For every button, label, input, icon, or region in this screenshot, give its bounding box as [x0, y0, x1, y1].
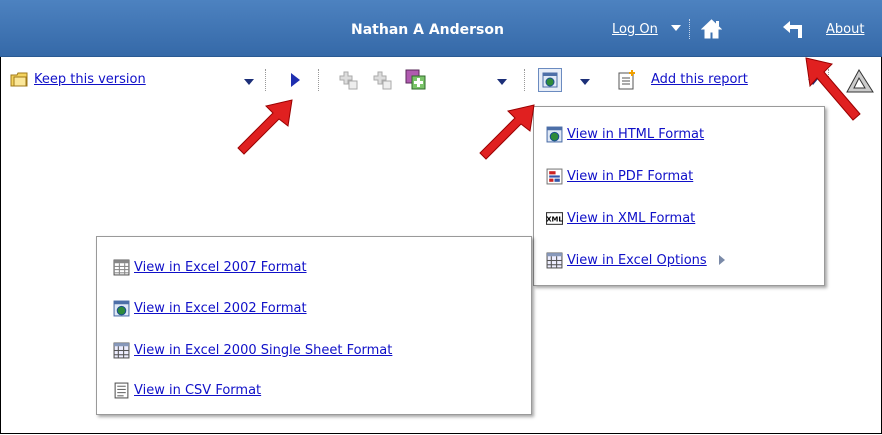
header-bar: Nathan A Anderson Log On About — [0, 0, 882, 57]
menu-item-label[interactable]: View in Excel 2000 Single Sheet Format — [134, 343, 392, 358]
menu-item-excel-2000[interactable]: View in Excel 2000 Single Sheet Format — [113, 337, 392, 363]
go-to-dropdown-icon[interactable] — [497, 79, 507, 85]
excel-options-menu: View in Excel 2007 Format View in Excel … — [96, 236, 532, 415]
about-link[interactable]: About — [826, 22, 864, 37]
keep-version-dropdown-icon[interactable] — [244, 79, 254, 85]
menu-item-excel-2007[interactable]: View in Excel 2007 Format — [113, 254, 307, 280]
log-on-link[interactable]: Log On — [612, 22, 658, 37]
html-format-icon — [546, 126, 563, 142]
drill-down-icon — [339, 71, 358, 90]
add-report-icon[interactable] — [617, 69, 638, 90]
html-format-icon — [542, 72, 558, 88]
toolbar-separator — [265, 69, 266, 91]
log-on-dropdown-icon[interactable] — [671, 25, 681, 31]
menu-item-excel-options[interactable]: View in Excel Options — [546, 247, 727, 273]
view-format-menu: View in HTML Format View in PDF Format X… — [533, 106, 825, 286]
pdf-format-icon — [546, 168, 563, 184]
keep-version-icon[interactable] — [10, 70, 29, 89]
menu-item-pdf[interactable]: View in PDF Format — [546, 163, 693, 189]
toolbar-separator — [318, 69, 319, 91]
add-report-link[interactable]: Add this report — [651, 72, 748, 87]
callout-arrow-icon — [479, 104, 535, 160]
menu-item-label[interactable]: View in HTML Format — [567, 127, 704, 142]
menu-item-label[interactable]: View in XML Format — [567, 211, 695, 226]
excel-2007-icon — [113, 259, 130, 275]
excel-2002-icon — [113, 300, 130, 316]
menu-item-label[interactable]: View in PDF Format — [567, 169, 693, 184]
submenu-arrow-icon — [718, 255, 725, 265]
menu-item-label[interactable]: View in Excel 2002 Format — [134, 301, 307, 316]
excel-2000-icon — [113, 342, 130, 358]
view-format-button[interactable] — [538, 68, 562, 92]
user-name: Nathan A Anderson — [351, 22, 504, 38]
run-report-icon[interactable] — [289, 72, 301, 88]
return-icon[interactable] — [782, 19, 804, 39]
menu-item-label[interactable]: View in Excel 2007 Format — [134, 260, 307, 275]
callout-arrow-icon — [805, 57, 861, 121]
view-format-dropdown-icon[interactable] — [580, 79, 590, 85]
toolbar-separator — [524, 69, 525, 91]
csv-icon — [114, 382, 129, 398]
header-separator — [689, 19, 690, 39]
menu-item-excel-2002[interactable]: View in Excel 2002 Format — [113, 295, 307, 321]
drill-up-icon — [373, 71, 392, 90]
excel-options-icon — [546, 252, 563, 268]
home-icon[interactable] — [701, 19, 722, 39]
menu-item-label[interactable]: View in Excel Options — [567, 253, 707, 268]
go-to-icon[interactable] — [405, 69, 426, 90]
keep-version-link[interactable]: Keep this version — [34, 72, 146, 87]
menu-item-xml[interactable]: XML View in XML Format — [546, 205, 695, 231]
callout-arrow-icon — [237, 99, 293, 155]
svg-text:XML: XML — [546, 215, 563, 223]
menu-item-csv[interactable]: View in CSV Format — [113, 377, 261, 403]
menu-item-label[interactable]: View in CSV Format — [134, 383, 261, 398]
menu-item-html[interactable]: View in HTML Format — [546, 121, 704, 147]
xml-format-icon: XML — [546, 211, 563, 225]
